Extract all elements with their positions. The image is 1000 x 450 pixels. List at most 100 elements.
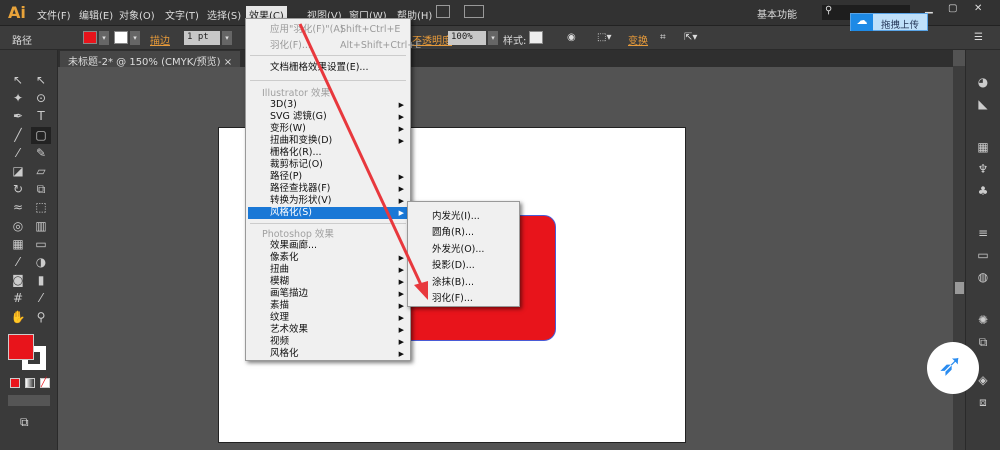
- graphic-styles-panel-icon[interactable]: ⧉: [972, 335, 994, 353]
- submenu-item[interactable]: 外发光(O)...: [432, 241, 484, 255]
- scale-tool-icon[interactable]: ⧉: [31, 181, 51, 198]
- menu-item[interactable]: 效果画廊...: [248, 240, 408, 252]
- menu-item[interactable]: 3D(3) ▶: [248, 99, 408, 111]
- fill-color-box[interactable]: [8, 334, 34, 360]
- menu-0[interactable]: 文件(F): [34, 6, 74, 23]
- style-swatch[interactable]: [529, 31, 543, 44]
- symbols-panel-icon[interactable]: ♣: [972, 184, 994, 202]
- scrollbar-thumb[interactable]: [955, 282, 964, 294]
- stroke-weight-input[interactable]: 1 pt: [184, 31, 220, 45]
- menu-1[interactable]: 编辑(E): [76, 6, 116, 23]
- shape-builder-tool-icon[interactable]: ◎: [8, 218, 28, 235]
- menu-item[interactable]: 裁剪标记(O): [248, 159, 408, 171]
- options-icon[interactable]: ⇱▾: [684, 32, 697, 43]
- close-tab-icon[interactable]: ×: [224, 57, 232, 68]
- swatches-panel-icon[interactable]: ▦: [972, 140, 994, 158]
- bridge-icon[interactable]: [436, 5, 450, 18]
- lasso-tool-icon[interactable]: ⊙: [31, 90, 51, 107]
- opacity-dropdown[interactable]: ▾: [488, 31, 498, 45]
- color-mode-button[interactable]: [10, 378, 20, 388]
- gradient-panel-icon[interactable]: ▭: [972, 248, 994, 266]
- screen-mode-icon[interactable]: ⧉: [20, 415, 29, 430]
- submenu-item[interactable]: 涂抹(B)...: [432, 274, 474, 288]
- transparency-panel-icon[interactable]: ◍: [972, 270, 994, 288]
- menu-3[interactable]: 文字(T): [162, 6, 202, 23]
- column-graph-tool-icon[interactable]: ▮: [31, 272, 51, 289]
- magic-wand-tool-icon[interactable]: ✦: [8, 90, 28, 107]
- menu-item[interactable]: 羽化(F)... Alt+Shift+Ctrl+E: [248, 40, 421, 52]
- submenu-item[interactable]: 圆角(R)...: [432, 224, 474, 238]
- menu-item[interactable]: 像素化 ▶: [248, 252, 408, 264]
- menu-item[interactable]: 转换为形状(V) ▶: [248, 195, 408, 207]
- symbol-sprayer-tool-icon[interactable]: ◙: [8, 272, 28, 289]
- menu-item[interactable]: 视频 ▶: [248, 336, 408, 348]
- zoom-tool-icon[interactable]: ⚲: [31, 309, 51, 326]
- submenu-item[interactable]: 羽化(F)...: [432, 290, 473, 304]
- isolate-icon[interactable]: ⌗: [660, 32, 666, 43]
- pen-tool-icon[interactable]: ✒: [8, 108, 28, 125]
- opacity-input[interactable]: 100%: [448, 31, 486, 45]
- eraser-tool-icon[interactable]: ▱: [31, 163, 51, 180]
- menu-item[interactable]: 风格化(S) ▶: [248, 207, 408, 219]
- mesh-tool-icon[interactable]: ▦: [8, 236, 28, 253]
- graph-perspective-tool-icon[interactable]: ▥: [31, 218, 51, 235]
- slice-tool-icon[interactable]: ⁄: [31, 290, 51, 307]
- menu-item[interactable]: 模糊 ▶: [248, 276, 408, 288]
- menu-item[interactable]: 扭曲和变换(D) ▶: [248, 135, 408, 147]
- upload-button[interactable]: ☁ 拖拽上传: [850, 13, 928, 31]
- fill-dropdown[interactable]: ▾: [99, 31, 109, 45]
- artboard-tool-icon[interactable]: #: [8, 290, 28, 307]
- gradient-mode-button[interactable]: [25, 378, 35, 388]
- none-mode-button[interactable]: ╱: [40, 378, 50, 388]
- gradient-tool-icon[interactable]: ▭: [31, 236, 51, 253]
- drawing-modes[interactable]: [8, 395, 50, 406]
- menu-item[interactable]: 栅格化(R)...: [248, 147, 408, 159]
- workspace-switcher[interactable]: 基本功能: [757, 6, 797, 21]
- menu-item[interactable]: 变形(W) ▶: [248, 123, 408, 135]
- menu-item[interactable]: 艺术效果 ▶: [248, 324, 408, 336]
- menu-item[interactable]: 应用"羽化(F)"(A) Shift+Ctrl+E: [248, 24, 408, 36]
- menu-item[interactable]: 文档栅格效果设置(E)...: [248, 62, 408, 74]
- color-guide-panel-icon[interactable]: ◣: [972, 97, 994, 115]
- direct-selection-tool-icon[interactable]: ↖: [31, 72, 51, 89]
- hand-tool-icon[interactable]: ✋: [8, 309, 28, 326]
- rotate-tool-icon[interactable]: ↻: [8, 181, 28, 198]
- blob-brush-tool-icon[interactable]: ◪: [8, 163, 28, 180]
- color-panel-icon[interactable]: ◕: [972, 75, 994, 93]
- line-tool-icon[interactable]: ╱: [8, 127, 28, 144]
- eyedropper-tool-icon[interactable]: ⁄: [8, 254, 28, 271]
- warp-tool-icon[interactable]: ≈: [8, 199, 28, 216]
- pencil-tool-icon[interactable]: ✎: [31, 145, 51, 162]
- type-tool-icon[interactable]: T: [31, 108, 51, 125]
- bird-logo-icon[interactable]: ➶: [927, 342, 979, 394]
- arrange-documents-icon[interactable]: [464, 5, 484, 18]
- appearance-panel-icon[interactable]: ✺: [972, 313, 994, 331]
- artboards-panel-icon[interactable]: ⧈: [972, 395, 994, 413]
- recolor-icon[interactable]: ◉: [567, 32, 576, 43]
- panel-menu-icon[interactable]: ☰: [974, 32, 983, 43]
- transform-label[interactable]: 变换: [628, 32, 648, 47]
- stroke-dropdown[interactable]: ▾: [130, 31, 140, 45]
- selection-tool-icon[interactable]: ↖: [8, 72, 28, 89]
- stroke-panel-icon[interactable]: ≡: [972, 226, 994, 244]
- stroke-weight-dropdown[interactable]: ▾: [222, 31, 232, 45]
- menu-item[interactable]: SVG 滤镜(G) ▶: [248, 111, 408, 123]
- document-tab[interactable]: 未标题-2* @ 150% (CMYK/预览) ×: [60, 51, 241, 68]
- rounded-rectangle-tool-icon[interactable]: ▢: [31, 126, 51, 144]
- menu-item[interactable]: 路径(P) ▶: [248, 171, 408, 183]
- menu-item[interactable]: 扭曲 ▶: [248, 264, 408, 276]
- menu-item[interactable]: 画笔描边 ▶: [248, 288, 408, 300]
- menu-item[interactable]: 纹理 ▶: [248, 312, 408, 324]
- menu-2[interactable]: 对象(O): [116, 6, 158, 23]
- brushes-panel-icon[interactable]: ♆: [972, 162, 994, 180]
- free-transform-tool-icon[interactable]: ⬚: [31, 199, 51, 216]
- submenu-item[interactable]: 投影(D)...: [432, 257, 475, 271]
- menu-4[interactable]: 选择(S): [204, 6, 244, 23]
- stroke-label[interactable]: 描边: [150, 32, 170, 47]
- menu-item[interactable]: 风格化 ▶: [248, 348, 408, 360]
- close-button[interactable]: ✕: [974, 3, 982, 14]
- submenu-item[interactable]: 内发光(I)...: [432, 208, 480, 222]
- menu-item[interactable]: 路径查找器(F) ▶: [248, 183, 408, 195]
- fill-swatch[interactable]: [83, 31, 97, 44]
- stroke-swatch[interactable]: [114, 31, 128, 44]
